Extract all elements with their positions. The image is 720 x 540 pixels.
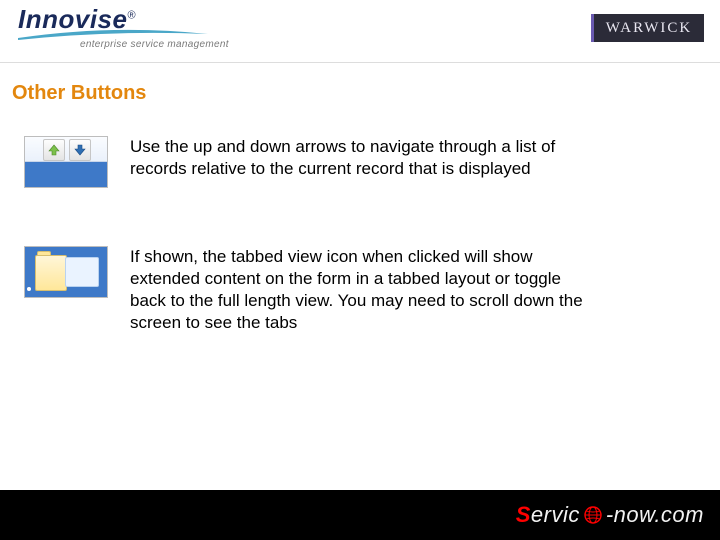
arrows-thumbnail: [24, 136, 108, 188]
row-tabbed-view: If shown, the tabbed view icon when clic…: [24, 246, 600, 334]
footer-bar: Servic -now.com: [0, 490, 720, 540]
logo-tagline: enterprise service management: [80, 39, 229, 50]
down-arrow-button[interactable]: [69, 139, 91, 161]
logo-rest-1: ervic: [531, 502, 580, 528]
section-title: Other Buttons: [12, 82, 146, 105]
dot-icon: [27, 287, 31, 291]
thumb-topbar: [25, 137, 107, 162]
service-now-logo: Servic -now.com: [516, 502, 704, 528]
logo-initial: S: [516, 502, 531, 528]
row-description: If shown, the tabbed view icon when clic…: [130, 246, 600, 334]
warwick-badge: WARWICK: [591, 14, 704, 42]
arrow-down-icon: [74, 144, 86, 156]
folder-icon: [35, 255, 67, 291]
globe-icon: [584, 506, 602, 524]
registered-icon: ®: [127, 9, 136, 21]
slide: Innovise® enterprise service management …: [0, 0, 720, 540]
row-description: Use the up and down arrows to navigate t…: [130, 136, 600, 180]
up-arrow-button[interactable]: [43, 139, 65, 161]
innovise-logo: Innovise® enterprise service management: [18, 6, 233, 56]
panel-icon: [65, 257, 99, 287]
row-arrows: Use the up and down arrows to navigate t…: [24, 136, 600, 188]
logo-rest-2: -now.com: [606, 502, 704, 528]
divider: [0, 62, 720, 63]
tabbed-view-thumbnail: [24, 246, 108, 298]
header: Innovise® enterprise service management …: [0, 0, 720, 58]
arrow-up-icon: [48, 144, 60, 156]
